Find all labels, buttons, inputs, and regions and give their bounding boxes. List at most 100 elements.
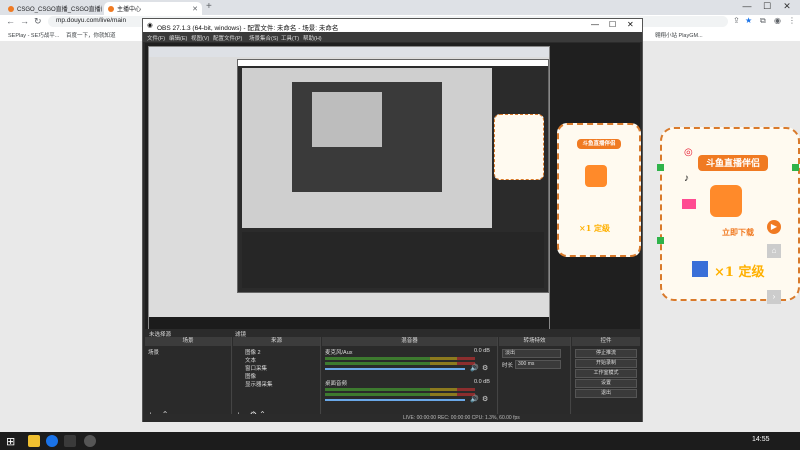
status-text: LIVE: 00:00:00 REC: 00:00:00 CPU: 1.3%, … [403, 415, 520, 421]
stop-streaming-button[interactable]: 停止推流 [575, 349, 637, 358]
preview-app-logo-icon [585, 165, 607, 187]
controls-panel: 控件 停止推流 开始录制 工作室模式 设置 退出 [572, 337, 640, 421]
menu-profile[interactable]: 配置文件(P) [213, 34, 242, 42]
chrome-icon[interactable] [46, 435, 58, 447]
source-item[interactable]: 显示器采集 [245, 380, 273, 388]
bookmark-baidu[interactable]: 百度一下，你就知道 [66, 31, 116, 39]
obs-titlebar: ◉ OBS 27.1.3 (64-bit, windows) - 配置文件: 未… [143, 19, 642, 32]
minimize-button[interactable]: — [738, 1, 756, 11]
reload-icon[interactable]: ↻ [34, 16, 42, 27]
profile-icon[interactable]: ◉ [774, 16, 781, 25]
multiplier-text: ×1 定级 [714, 265, 765, 280]
tab-streamer-center[interactable]: 主播中心 ✕ [104, 2, 202, 15]
menu-scene-collection[interactable]: 场景集合(S) [249, 34, 278, 42]
nested-obs-titlebar [238, 60, 548, 66]
tab-csgo[interactable]: CSGO_CSGO直播_CSGO直播间 ✕ [4, 2, 102, 15]
tab-title: CSGO_CSGO直播_CSGO直播间 [17, 7, 102, 13]
obs-docks: 未选择源 滤镜 场景 场景 + − ⌃ ⌄ 来源 图像 2 文本 窗口采集 图像… [145, 329, 640, 421]
weibo-icon: ◎ [684, 147, 693, 158]
exit-button[interactable]: 退出 [575, 389, 637, 398]
menu-tools[interactable]: 工具(T) [281, 34, 299, 42]
handle-icon[interactable] [792, 164, 799, 171]
menu-edit[interactable]: 编辑(E) [169, 34, 187, 42]
source-item[interactable]: 窗口采集 [245, 364, 267, 372]
file-explorer-icon[interactable] [28, 435, 40, 447]
play-icon[interactable]: ▶ [767, 220, 781, 234]
nested-obs-inner [292, 82, 442, 192]
settings-button[interactable]: 设置 [575, 379, 637, 388]
obs-title-text: OBS 27.1.3 (64-bit, windows) - 配置文件: 未命名… [157, 25, 339, 32]
douyu-favicon-icon [108, 5, 114, 12]
obs-taskbar-icon[interactable] [84, 435, 96, 447]
new-tab-button[interactable]: + [206, 1, 212, 12]
menu-view[interactable]: 视图(V) [191, 34, 209, 42]
source-item[interactable]: 图像 [245, 372, 256, 380]
handle-icon[interactable] [657, 164, 664, 171]
sources-header: 来源 [233, 337, 320, 346]
audio-meter [325, 362, 475, 365]
close-tab-icon[interactable]: ✕ [192, 5, 198, 13]
extensions-icon[interactable]: ⧉ [760, 16, 766, 26]
track-db: 0.0 dB [474, 348, 490, 354]
volume-slider[interactable] [325, 399, 465, 401]
download-label[interactable]: 立即下载 [722, 227, 754, 238]
handle-icon[interactable] [657, 237, 664, 244]
audio-meter [325, 388, 475, 391]
preview-promo-card: 斗鱼直播伴侣 ×1 定级 [557, 123, 641, 257]
controls-header: 控件 [572, 337, 640, 346]
scene-item[interactable]: 场景 [148, 348, 159, 356]
source-item[interactable]: 图像 2 [245, 348, 261, 356]
bookmark-playgm[interactable]: 翱翔小站 PlayGM... [655, 31, 703, 39]
obs-close-button[interactable]: ✕ [627, 20, 634, 29]
duration-label: 时长 [502, 363, 514, 369]
maximize-button[interactable]: ☐ [758, 1, 776, 12]
obs-maximize-button[interactable]: ☐ [609, 20, 616, 29]
speaker-icon[interactable]: 🔊 [470, 395, 479, 403]
forward-icon[interactable]: → [20, 16, 29, 26]
speaker-icon[interactable]: 🔊 [470, 364, 479, 372]
promo-title: 斗鱼直播伴侣 [698, 155, 768, 171]
track-db: 0.0 dB [474, 379, 490, 385]
gear-icon[interactable]: ⚙ [482, 395, 488, 403]
obs-preview[interactable]: 斗鱼直播伴侣 ×1 定级 [145, 43, 641, 336]
nested-obs-panels [242, 232, 544, 288]
menu-icon[interactable]: ⋮ [788, 16, 796, 25]
clock[interactable]: 14:55 [752, 436, 770, 443]
nested-inner-screen [312, 92, 382, 147]
obs-menubar: 文件(F) 编辑(E) 视图(V) 配置文件(P) 场景集合(S) 工具(T) … [143, 32, 642, 42]
nested-taskbar [149, 317, 549, 329]
obs-minimize-button[interactable]: — [591, 20, 599, 29]
app-icon[interactable] [64, 435, 76, 447]
start-recording-button[interactable]: 开始录制 [575, 359, 637, 368]
obs-statusbar: LIVE: 00:00:00 REC: 00:00:00 CPU: 1.3%, … [143, 414, 642, 422]
close-window-button[interactable]: ✕ [778, 1, 796, 12]
obs-window: ◉ OBS 27.1.3 (64-bit, windows) - 配置文件: 未… [142, 18, 643, 422]
source-item[interactable]: 文本 [245, 356, 256, 364]
gear-icon[interactable]: ⚙ [482, 364, 488, 372]
game-icon [692, 261, 708, 277]
menu-help[interactable]: 帮助(H) [303, 34, 322, 42]
arrow-right-icon[interactable]: › [767, 290, 781, 304]
menu-file[interactable]: 文件(F) [147, 34, 165, 42]
windows-start-icon[interactable]: ⊞ [6, 435, 15, 448]
scenes-panel: 场景 场景 + − ⌃ ⌄ [145, 337, 232, 421]
share-icon[interactable]: ⇪ [733, 16, 740, 25]
transition-select[interactable]: 淡出 [502, 349, 561, 358]
audio-meter [325, 393, 475, 396]
volume-slider[interactable] [325, 368, 465, 370]
duration-input[interactable]: 300 ms [515, 360, 561, 369]
bookmark-star-icon[interactable]: ★ [745, 16, 752, 25]
app-logo-icon [710, 185, 742, 217]
audio-meter [325, 357, 475, 360]
preview-promo-title: 斗鱼直播伴侣 [577, 139, 621, 149]
studio-mode-button[interactable]: 工作室模式 [575, 369, 637, 378]
url-text[interactable]: mp.douyu.com/live/main [56, 17, 126, 24]
mixer-panel: 混音器 麦克风/Aux 0.0 dB 🔊 ⚙ 桌面音频 0.0 dB 🔊 ⚙ [322, 337, 498, 421]
back-icon[interactable]: ← [6, 16, 15, 26]
transitions-header: 转场特效 [499, 337, 570, 346]
sources-panel: 来源 图像 2 文本 窗口采集 图像 显示器采集 + − ⚙ ⌃ ⌄ [233, 337, 321, 421]
tab-title: 主播中心 [117, 7, 142, 13]
taskbar: ⊞ 14:55 [0, 432, 800, 450]
bookmark-seplay[interactable]: SEPlay - SE巧战平... [8, 31, 59, 39]
home-icon[interactable]: ⌂ [767, 244, 781, 258]
